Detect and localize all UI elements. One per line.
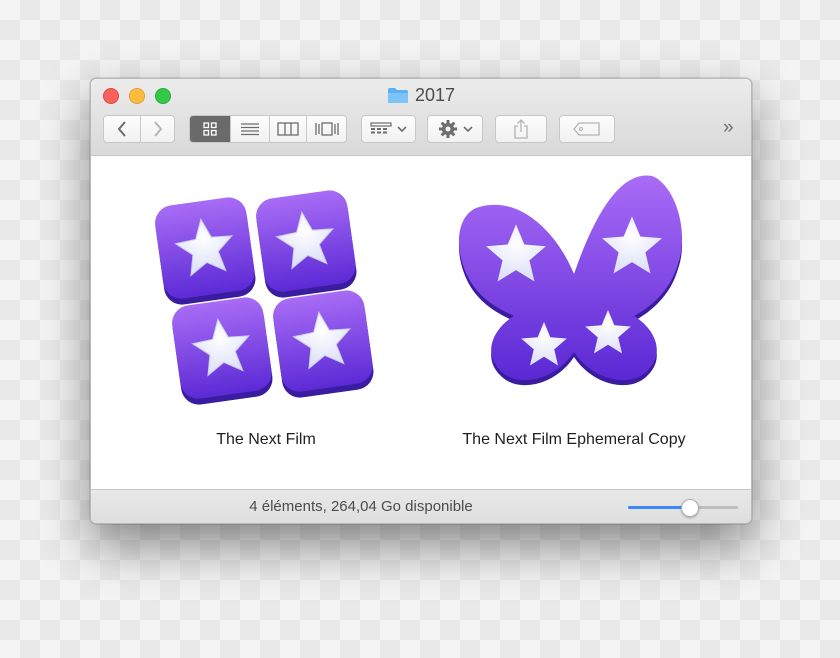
list-view-icon [241,123,259,136]
chevron-right-icon [153,121,162,137]
titlebar: 2017 » [91,79,751,156]
cover-flow-view-button[interactable] [306,116,346,142]
icon-view-icon [203,122,217,136]
cover-flow-view-icon [314,122,339,136]
app-icon-butterfly [458,175,683,386]
column-view-button[interactable] [269,116,306,142]
tag-icon [573,122,600,136]
list-view-button[interactable] [230,116,269,142]
status-text: 4 éléments, 264,04 Go disponible [249,498,473,515]
view-mode-control [189,115,347,143]
icon-size-slider[interactable] [628,499,738,517]
share-button[interactable] [495,115,547,143]
forward-button[interactable] [140,116,174,142]
finder-window: 2017 » The Next Film The Next Film Ephem… [90,78,752,524]
slider-knob[interactable] [680,499,699,517]
file-grid: The Next Film The Next Film Ephemeral Co… [91,156,751,489]
file-item[interactable]: The Next Film Ephemeral Copy [424,156,724,448]
arrange-button[interactable] [361,115,416,143]
column-view-icon [277,122,299,136]
window-title: 2017 [91,85,751,106]
file-name: The Next Film Ephemeral Copy [462,431,686,448]
back-button[interactable] [104,116,140,142]
navigation-buttons [103,115,175,143]
share-icon [514,119,528,139]
chevron-down-icon [462,126,473,133]
toolbar-overflow-button[interactable]: » [723,117,734,139]
window-title-text: 2017 [414,85,456,105]
action-button[interactable] [427,115,483,143]
chevron-down-icon [397,126,407,133]
gear-icon [438,120,457,138]
folder-icon [387,88,408,103]
status-bar: 4 éléments, 264,04 Go disponible [91,489,751,523]
arrange-grid-icon [370,122,392,134]
app-icon-four-stars [152,187,377,408]
file-name: The Next Film [216,431,316,448]
tag-button[interactable] [559,115,615,143]
slider-fill [628,506,689,509]
icon-view-button[interactable] [190,116,230,142]
chevron-left-icon [117,121,126,137]
file-item[interactable]: The Next Film [116,156,416,448]
